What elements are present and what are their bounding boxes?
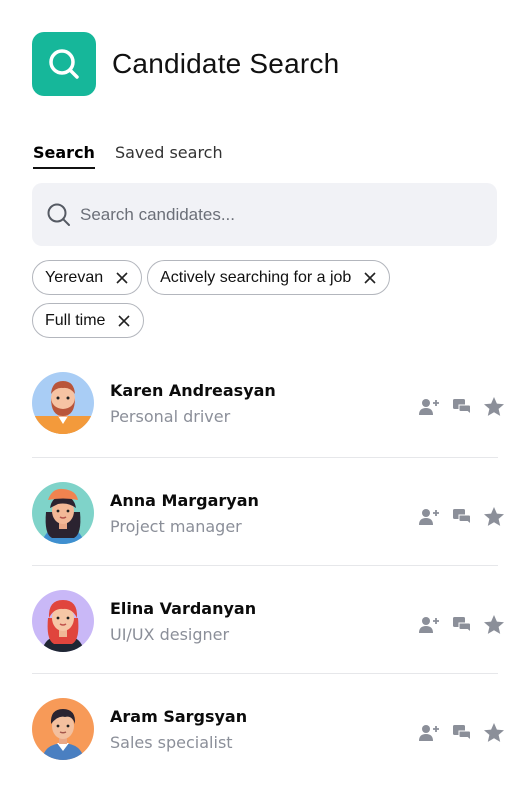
tab-saved-search[interactable]: Saved search: [115, 143, 223, 169]
filter-chip-status[interactable]: Actively searching for a job: [147, 260, 391, 295]
add-user-icon[interactable]: [418, 721, 442, 745]
search-input[interactable]: [80, 204, 460, 225]
close-icon[interactable]: [363, 271, 377, 285]
avatar[interactable]: [32, 482, 94, 544]
app-logo: [32, 32, 96, 96]
candidate-actions: [418, 721, 506, 745]
candidate-row[interactable]: Aram Sargsyan Sales specialist: [32, 674, 504, 784]
candidate-role: UI/UX designer: [110, 625, 230, 644]
avatar[interactable]: [32, 372, 94, 434]
filter-chip-employment[interactable]: Full time: [32, 303, 145, 338]
candidate-actions: [418, 505, 506, 529]
search-icon: [47, 203, 70, 226]
chat-icon[interactable]: [450, 395, 474, 419]
candidate-actions: [418, 613, 506, 637]
candidate-role: Project manager: [110, 517, 242, 536]
filter-chip-label: Actively searching for a job: [160, 268, 352, 286]
candidate-actions: [418, 395, 506, 419]
close-icon[interactable]: [115, 271, 129, 285]
candidate-row[interactable]: Anna Margaryan Project manager: [32, 458, 504, 566]
avatar[interactable]: [32, 698, 94, 760]
star-icon[interactable]: [482, 721, 506, 745]
candidate-name[interactable]: Karen Andreasyan: [110, 381, 276, 400]
candidate-row[interactable]: Elina Vardanyan UI/UX designer: [32, 566, 504, 674]
page-header: Candidate Search: [32, 32, 339, 96]
candidate-list: Karen Andreasyan Personal driver Anna Ma…: [32, 350, 504, 784]
chat-icon[interactable]: [450, 613, 474, 637]
page-title: Candidate Search: [112, 48, 340, 79]
filter-chips: Yerevan Actively searching for a job Ful…: [32, 260, 502, 338]
search-bar: [32, 183, 497, 246]
add-user-icon[interactable]: [418, 505, 442, 529]
search-icon: [49, 49, 79, 79]
candidate-role: Personal driver: [110, 407, 231, 426]
candidate-role: Sales specialist: [110, 733, 233, 752]
filter-chip-label: Yerevan: [45, 268, 104, 286]
avatar[interactable]: [32, 590, 94, 652]
chat-icon[interactable]: [450, 505, 474, 529]
close-icon[interactable]: [117, 314, 131, 328]
tab-bar: Search Saved search: [33, 143, 223, 169]
star-icon[interactable]: [482, 613, 506, 637]
add-user-icon[interactable]: [418, 395, 442, 419]
candidate-name[interactable]: Anna Margaryan: [110, 491, 259, 510]
star-icon[interactable]: [482, 395, 506, 419]
candidate-name[interactable]: Aram Sargsyan: [110, 707, 247, 726]
candidate-row[interactable]: Karen Andreasyan Personal driver: [32, 350, 504, 458]
add-user-icon[interactable]: [418, 613, 442, 637]
filter-chip-label: Full time: [45, 311, 106, 329]
tab-search[interactable]: Search: [33, 143, 95, 169]
filter-chip-location[interactable]: Yerevan: [32, 260, 143, 295]
star-icon[interactable]: [482, 505, 506, 529]
candidate-name[interactable]: Elina Vardanyan: [110, 599, 256, 618]
chat-icon[interactable]: [450, 721, 474, 745]
